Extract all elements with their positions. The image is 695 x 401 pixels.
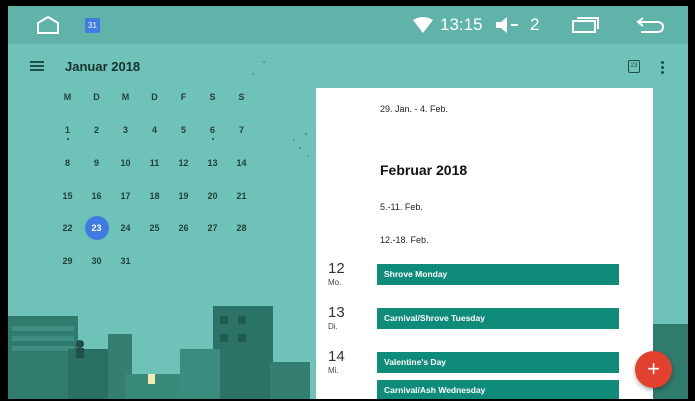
week-range[interactable]: 29. Jan. - 4. Feb.: [380, 104, 448, 114]
calendar-app-icon[interactable]: 31: [85, 18, 100, 33]
day-cell[interactable]: 8: [53, 158, 82, 168]
system-status-bar: 31 13:15 2: [8, 6, 688, 44]
add-event-button[interactable]: +: [635, 351, 672, 388]
date-weekday: Di.: [328, 322, 338, 331]
day-cell[interactable]: 12: [169, 158, 198, 168]
recent-apps-icon[interactable]: [572, 17, 600, 33]
event-dot: [67, 138, 69, 140]
today-button[interactable]: 23: [628, 60, 640, 73]
weekday-header: D: [151, 92, 158, 102]
moon-icon: [38, 79, 44, 91]
day-cell[interactable]: 9: [82, 158, 111, 168]
day-cell[interactable]: 20: [198, 191, 227, 201]
day-cell[interactable]: 10: [111, 158, 140, 168]
calendar-screen: 31 13:15 2 Januar 2018 23 M D M D F S S …: [8, 6, 688, 399]
more-options-icon[interactable]: [661, 61, 664, 76]
weekday-header: S: [209, 92, 216, 102]
week-range[interactable]: 12.-18. Feb.: [380, 235, 429, 245]
day-cell[interactable]: 13: [198, 158, 227, 168]
day-cell[interactable]: 17: [111, 191, 140, 201]
back-icon[interactable]: [635, 16, 665, 34]
day-cell[interactable]: 19: [169, 191, 198, 201]
day-cell[interactable]: 25: [140, 223, 169, 233]
weekday-header: S: [238, 92, 245, 102]
clock-time: 13:15: [440, 15, 483, 34]
day-cell[interactable]: 5: [169, 125, 198, 135]
week-range[interactable]: 5.-11. Feb.: [380, 202, 423, 212]
day-cell[interactable]: 30: [82, 256, 111, 266]
day-cell[interactable]: 7: [227, 125, 256, 135]
volume-icon[interactable]: [496, 17, 520, 33]
date-number: 12: [328, 260, 345, 277]
day-cell[interactable]: 29: [53, 256, 82, 266]
day-cell-today[interactable]: 23: [82, 223, 111, 233]
day-cell[interactable]: 18: [140, 191, 169, 201]
event-chip[interactable]: Shrove Monday: [377, 264, 619, 285]
event-chip[interactable]: Carnival/Ash Wednesday: [377, 380, 619, 399]
date-number: 14: [328, 348, 345, 365]
wifi-icon: [413, 17, 433, 33]
date-weekday: Mo.: [328, 278, 342, 287]
day-cell[interactable]: 14: [227, 158, 256, 168]
date-number: 13: [328, 304, 345, 321]
month-header: Februar 2018: [380, 162, 468, 178]
day-cell[interactable]: 26: [169, 223, 198, 233]
event-dot: [212, 138, 214, 140]
day-cell[interactable]: 11: [140, 158, 169, 168]
day-cell[interactable]: 24: [111, 223, 140, 233]
weekday-header: M: [63, 92, 72, 102]
schedule-panel: 29. Jan. - 4. Feb. Februar 2018 5.-11. F…: [316, 88, 653, 399]
day-cell[interactable]: 6: [198, 125, 227, 135]
event-chip[interactable]: Valentine's Day: [377, 352, 619, 373]
weekday-header: M: [121, 92, 130, 102]
event-chip[interactable]: Carnival/Shrove Tuesday: [377, 308, 619, 329]
date-weekday: Mi.: [328, 366, 339, 375]
day-cell[interactable]: 3: [111, 125, 140, 135]
day-cell[interactable]: 15: [53, 191, 82, 201]
weekday-header: D: [93, 92, 100, 102]
day-cell[interactable]: 22: [53, 223, 82, 233]
menu-icon[interactable]: [30, 61, 44, 72]
day-cell[interactable]: 4: [140, 125, 169, 135]
day-cell[interactable]: 28: [227, 223, 256, 233]
day-cell[interactable]: 2: [82, 125, 111, 135]
month-title[interactable]: Januar 2018: [65, 59, 140, 74]
weekday-header: F: [180, 92, 187, 102]
day-cell[interactable]: 21: [227, 191, 256, 201]
home-icon[interactable]: [36, 16, 60, 34]
day-cell[interactable]: 16: [82, 191, 111, 201]
volume-level: 2: [530, 15, 540, 34]
day-cell[interactable]: 27: [198, 223, 227, 233]
day-cell[interactable]: 1: [53, 125, 82, 135]
day-cell[interactable]: 31: [111, 256, 140, 266]
